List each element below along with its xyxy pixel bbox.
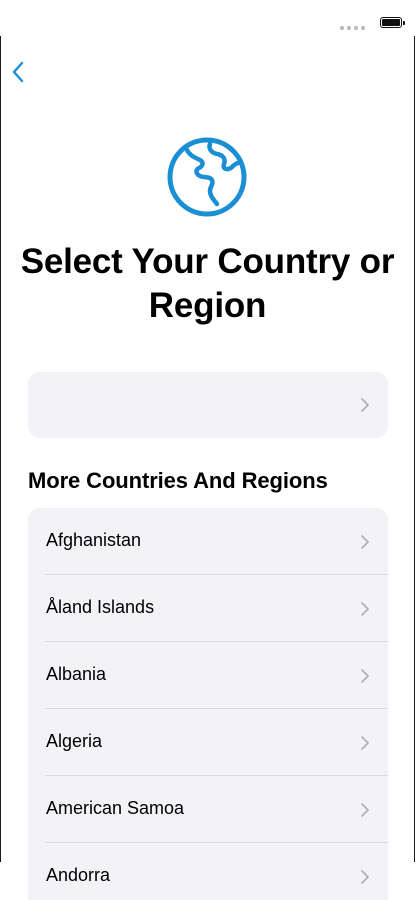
page-title: Select Your Country or Region xyxy=(20,242,395,325)
list-item-american-samoa[interactable]: American Samoa xyxy=(28,776,388,843)
list-item-albania[interactable]: Albania xyxy=(28,642,388,709)
list-item-algeria[interactable]: Algeria xyxy=(28,709,388,776)
list-item-andorra[interactable]: Andorra xyxy=(28,843,388,900)
list-item-label: American Samoa xyxy=(46,798,185,818)
list-item-label: Albania xyxy=(46,664,107,684)
chevron-right-icon xyxy=(361,398,369,412)
signal-dots-icon xyxy=(340,26,365,30)
list-item-label: Afghanistan xyxy=(46,530,142,550)
list-item-afghanistan[interactable]: Afghanistan xyxy=(28,508,388,575)
frame-edge-left xyxy=(0,36,1,862)
section-header: More Countries And Regions xyxy=(28,468,328,493)
battery-icon xyxy=(380,17,405,28)
globe-icon xyxy=(167,137,247,217)
list-item-label: Andorra xyxy=(46,865,111,885)
chevron-left-icon xyxy=(12,61,24,83)
status-bar xyxy=(0,0,415,36)
chevron-right-icon xyxy=(361,736,369,750)
chevron-right-icon xyxy=(361,602,369,616)
country-list: Afghanistan Åland Islands Albania Algeri… xyxy=(28,508,388,900)
chevron-right-icon xyxy=(361,803,369,817)
chevron-right-icon xyxy=(361,535,369,549)
list-item-aland-islands[interactable]: Åland Islands xyxy=(28,575,388,642)
back-button[interactable] xyxy=(6,58,30,86)
screen: Select Your Country or Region More Count… xyxy=(0,0,415,900)
list-item-label: Åland Islands xyxy=(46,597,155,617)
suggested-country-button[interactable] xyxy=(28,372,388,438)
list-item-label: Algeria xyxy=(46,731,103,751)
chevron-right-icon xyxy=(361,870,369,884)
chevron-right-icon xyxy=(361,669,369,683)
